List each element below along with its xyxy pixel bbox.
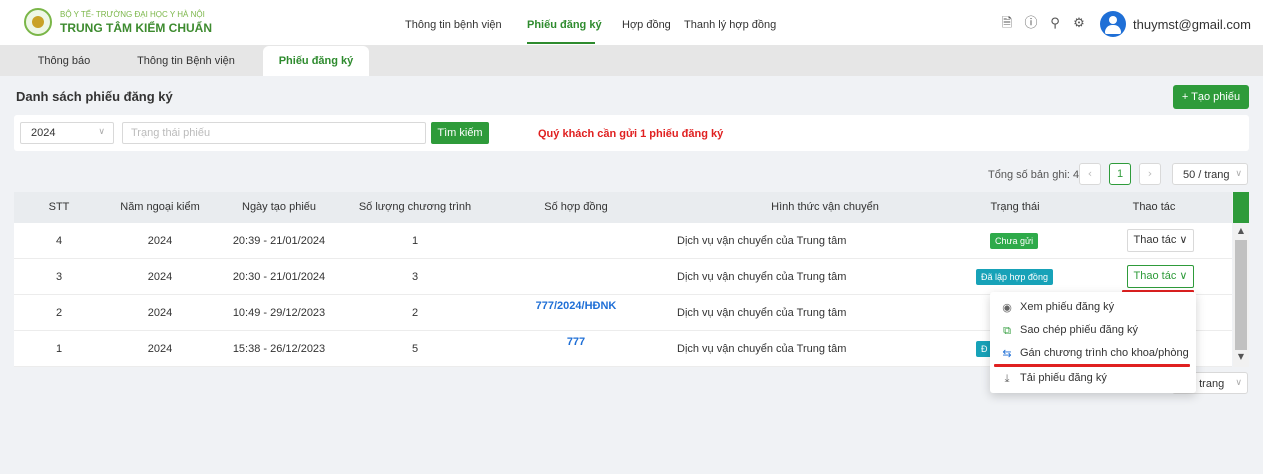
topnav-hospital-info[interactable]: Thông tin bệnh viện xyxy=(405,19,502,31)
scrollbar-thumb[interactable] xyxy=(1235,240,1247,350)
menu-item-copy-registration[interactable]: ⧉ Sao chép phiếu đăng ký xyxy=(990,319,1196,342)
next-page-icon[interactable]: › xyxy=(1139,163,1161,185)
menu-item-assign-program[interactable]: ⇆ Gán chương trình cho khoa/phòng xyxy=(990,342,1196,365)
user-avatar-icon[interactable] xyxy=(1100,11,1126,37)
status-filter-input[interactable] xyxy=(122,122,426,144)
page-size-value-bottom: / trang xyxy=(1193,378,1225,390)
filter-bar: 2024 ∨ Tìm kiếm Quý khách cần gửi 1 phiế… xyxy=(14,115,1249,151)
tab-registration[interactable]: Phiếu đăng ký xyxy=(263,46,369,76)
cell-shipping: Dịch vụ vận chuyển của Trung tâm xyxy=(677,235,847,247)
cell-stt: 1 xyxy=(55,343,63,355)
col-header-year: Năm ngoại kiểm xyxy=(120,201,200,213)
cell-program-count: 5 xyxy=(411,343,419,355)
scroll-up-icon[interactable]: ▲ xyxy=(1236,226,1246,236)
tab-notifications[interactable]: Thông báo xyxy=(14,46,114,76)
scroll-down-icon[interactable]: ▼ xyxy=(1236,352,1246,362)
tab-bar: Thông báo Thông tin Bệnh viện Phiếu đăng… xyxy=(0,46,1263,76)
row-actions-button[interactable]: Thao tác ∨ xyxy=(1127,265,1194,288)
cell-program-count: 1 xyxy=(411,235,419,247)
row-actions-menu: ◉ Xem phiếu đăng ký ⧉ Sao chép phiếu đăn… xyxy=(990,292,1196,393)
menu-item-label: Tải phiếu đăng ký xyxy=(1020,372,1107,384)
cell-created: 20:39 - 21/01/2024 xyxy=(232,235,326,247)
status-badge: Đã lập hợp đồng xyxy=(976,269,1053,285)
col-header-status: Trạng thái xyxy=(990,201,1040,213)
year-select[interactable]: 2024 ∨ xyxy=(20,122,114,144)
cell-year: 2024 xyxy=(147,271,173,283)
col-header-shipping: Hình thức vận chuyển xyxy=(771,201,879,213)
page-title: Danh sách phiếu đăng ký xyxy=(16,89,173,104)
page-size-value: 50 / trang xyxy=(1183,169,1230,181)
cell-stt: 4 xyxy=(55,235,63,247)
cell-shipping: Dịch vụ vận chuyển của Trung tâm xyxy=(677,271,847,283)
cell-program-count: 3 xyxy=(411,271,419,283)
cell-contract-no: 777/2024/HĐNK xyxy=(488,295,664,331)
menu-item-download-registration[interactable]: ⤓ Tải phiếu đăng ký xyxy=(990,367,1196,390)
row-actions-button[interactable]: Thao tác ∨ xyxy=(1127,229,1194,252)
table-row: 4 2024 20:39 - 21/01/2024 1 Dịch vụ vận … xyxy=(14,223,1232,259)
gear-icon[interactable]: ⚙ xyxy=(1072,17,1086,31)
org-logo xyxy=(24,8,52,36)
cell-created: 15:38 - 26/12/2023 xyxy=(232,343,326,355)
contract-link[interactable]: 777/2024/HĐNK xyxy=(488,295,664,315)
help-circle-icon[interactable]: ⓘ xyxy=(1024,17,1038,31)
col-header-stt: STT xyxy=(48,201,70,213)
table-header: STT Năm ngoại kiểm Ngày tạo phiếu Số lượ… xyxy=(14,192,1232,223)
table-scroll-header xyxy=(1233,192,1249,223)
copy-icon: ⧉ xyxy=(1003,324,1011,337)
col-header-program-count: Số lượng chương trình xyxy=(358,201,472,213)
table-row: 3 2024 20:30 - 21/01/2024 3 Dịch vụ vận … xyxy=(14,259,1232,295)
cell-year: 2024 xyxy=(147,235,173,247)
topnav-active-indicator xyxy=(527,42,595,44)
cell-created: 10:49 - 29/12/2023 xyxy=(232,307,326,319)
page-size-select[interactable]: 50 / trang ∨ xyxy=(1172,163,1248,185)
search-button[interactable]: Tìm kiếm xyxy=(431,122,489,144)
chevron-down-icon: ∨ xyxy=(1235,378,1242,388)
chevron-down-icon: ∨ xyxy=(1235,169,1242,179)
col-header-created: Ngày tạo phiếu xyxy=(242,201,316,213)
menu-item-label: Xem phiếu đăng ký xyxy=(1020,301,1115,313)
user-email[interactable]: thuymst@gmail.com xyxy=(1133,17,1251,32)
cell-program-count: 2 xyxy=(411,307,419,319)
cell-stt: 2 xyxy=(55,307,63,319)
menu-item-label: Sao chép phiếu đăng ký xyxy=(1020,324,1139,336)
cell-shipping: Dịch vụ vận chuyển của Trung tâm xyxy=(677,343,847,355)
menu-item-view-registration[interactable]: ◉ Xem phiếu đăng ký xyxy=(990,296,1196,319)
tab-hospital-info[interactable]: Thông tin Bệnh viện xyxy=(124,46,248,76)
org-ministry-name: BỘ Y TẾ- TRƯỜNG ĐẠI HỌC Y HÀ NỘI xyxy=(60,10,205,19)
swap-icon: ⇆ xyxy=(1002,347,1012,360)
bell-icon[interactable]: ⚲ xyxy=(1048,17,1062,31)
topnav-contract-liquidation[interactable]: Thanh lý hợp đồng xyxy=(684,19,776,31)
col-header-actions: Thao tác xyxy=(1132,201,1176,213)
create-registration-button[interactable]: + Tạo phiếu xyxy=(1173,85,1249,109)
status-badge: Chưa gửi xyxy=(990,233,1039,249)
prev-page-icon[interactable]: ‹ xyxy=(1079,163,1101,185)
menu-item-label: Gán chương trình cho khoa/phòng xyxy=(1020,347,1189,359)
topnav-registration[interactable]: Phiếu đăng ký xyxy=(527,19,602,31)
cell-created: 20:30 - 21/01/2024 xyxy=(232,271,326,283)
page-number-current[interactable]: 1 xyxy=(1109,163,1131,185)
topnav-contracts[interactable]: Hợp đồng xyxy=(622,19,671,31)
eye-icon: ◉ xyxy=(1002,301,1012,314)
year-select-value: 2024 xyxy=(31,127,56,139)
top-bar: BỘ Y TẾ- TRƯỜNG ĐẠI HỌC Y HÀ NỘI TRUNG T… xyxy=(0,0,1263,46)
cell-year: 2024 xyxy=(147,343,173,355)
total-records-label: Tổng số bản ghi: 4 xyxy=(988,169,1080,181)
cell-contract-no: 777 xyxy=(488,331,664,367)
col-header-contract-no: Số hợp đồng xyxy=(544,201,608,213)
document-icon[interactable]: 🗎 xyxy=(1000,17,1014,31)
chevron-down-icon: ∨ xyxy=(98,127,105,137)
cell-stt: 3 xyxy=(55,271,63,283)
cell-shipping: Dịch vụ vận chuyển của Trung tâm xyxy=(677,307,847,319)
contract-link[interactable]: 777 xyxy=(488,331,664,351)
registration-notice: Quý khách cần gửi 1 phiếu đăng ký xyxy=(538,128,724,140)
cell-year: 2024 xyxy=(147,307,173,319)
org-center-name: TRUNG TÂM KIỂM CHUẨN xyxy=(60,21,212,35)
download-icon: ⤓ xyxy=(1004,372,1010,385)
